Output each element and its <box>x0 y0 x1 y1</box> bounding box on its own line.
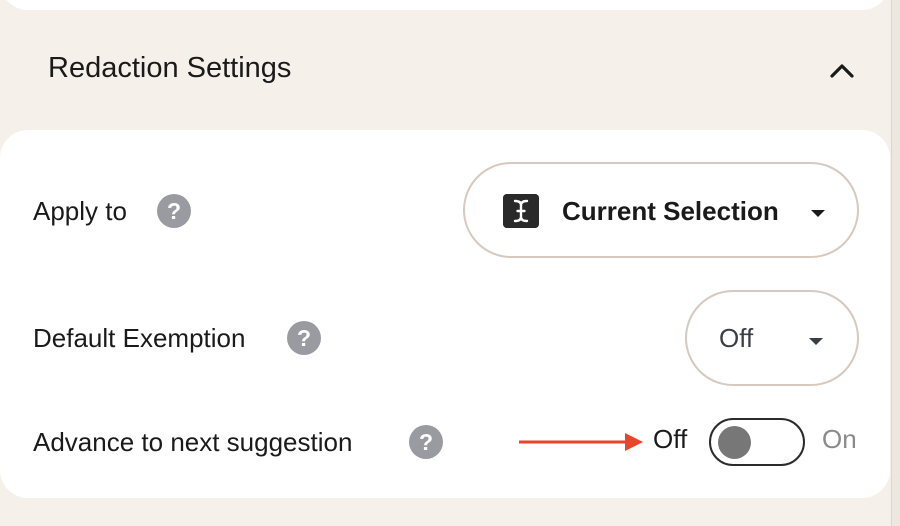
toggle-off-label: Off <box>653 424 688 454</box>
advance-help-icon[interactable]: ? <box>409 425 443 459</box>
apply-to-value: Current Selection <box>562 196 779 226</box>
apply-to-label: Apply to <box>33 196 127 226</box>
default-exemption-caret-icon <box>809 338 823 345</box>
scroll-edge <box>891 0 900 526</box>
apply-to-caret-icon <box>811 210 825 217</box>
previous-card <box>0 0 890 10</box>
advance-toggle[interactable] <box>709 418 805 466</box>
default-exemption-select[interactable]: Off <box>685 290 859 386</box>
default-exemption-label: Default Exemption <box>33 323 246 353</box>
default-exemption-value: Off <box>719 323 754 353</box>
annotation-arrow-icon <box>519 433 643 451</box>
toggle-knob <box>718 426 751 459</box>
chevron-up-icon[interactable] <box>828 60 856 80</box>
apply-to-select[interactable]: Current Selection <box>463 162 859 258</box>
toggle-on-label: On <box>822 424 857 454</box>
section-title: Redaction Settings <box>48 52 292 84</box>
default-exemption-help-icon[interactable]: ? <box>287 321 321 355</box>
text-cursor-icon <box>503 194 539 228</box>
apply-to-help-icon[interactable]: ? <box>157 194 191 228</box>
advance-label: Advance to next suggestion <box>33 427 353 457</box>
redaction-settings-header[interactable]: Redaction Settings <box>0 30 890 110</box>
